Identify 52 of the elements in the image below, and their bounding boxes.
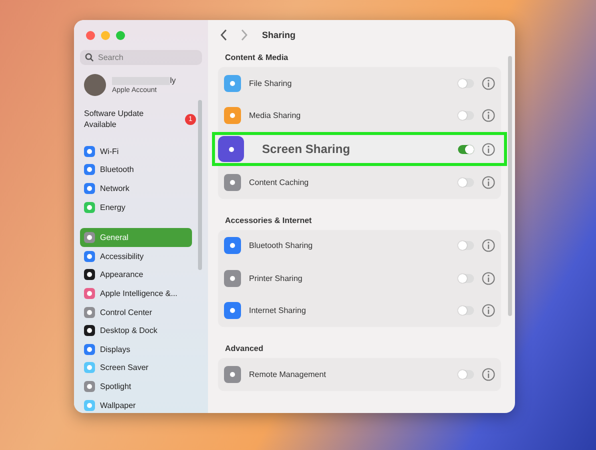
- toggle-switch[interactable]: [458, 144, 474, 154]
- zoom-button[interactable]: [116, 31, 125, 40]
- sidebar-item[interactable]: Control Center: [80, 302, 192, 322]
- section-title: Advanced: [224, 343, 264, 355]
- sidebar-item[interactable]: Accessibility: [80, 246, 192, 266]
- sidebar-item[interactable]: Apple Intelligence &...: [80, 284, 192, 303]
- back-icon[interactable]: [220, 29, 228, 41]
- row-label: Printer Sharing: [249, 274, 304, 283]
- sidebar-item[interactable]: Screen Saver: [80, 358, 192, 378]
- scrollbar[interactable]: [198, 100, 202, 270]
- minimize-button[interactable]: [101, 31, 110, 40]
- row-label: Bluetooth Sharing: [249, 241, 314, 250]
- row-label: Media Sharing: [249, 111, 302, 120]
- section-title: Content & Media: [224, 52, 290, 64]
- sidebar-item[interactable]: Appearance: [80, 266, 192, 284]
- sidebar-item[interactable]: Displays: [80, 340, 192, 359]
- toggle-switch[interactable]: [458, 274, 474, 283]
- scrollbar[interactable]: [508, 56, 512, 316]
- toggle-switch[interactable]: [458, 178, 474, 187]
- software-update-link[interactable]: Software Update Available: [84, 108, 164, 130]
- row-label: Internet Sharing: [249, 306, 307, 316]
- sidebar-item[interactable]: Spotlight: [80, 377, 192, 396]
- account-name[interactable]: ly: [170, 76, 176, 85]
- search-icon: [85, 53, 94, 62]
- forward-icon[interactable]: [240, 29, 248, 41]
- section-title: Accessories & Internet: [224, 214, 313, 226]
- sidebar-item[interactable]: Desktop & Dock: [80, 321, 192, 340]
- info-icon[interactable]: [482, 239, 495, 252]
- toggle-switch[interactable]: [458, 370, 474, 379]
- sidebar-item[interactable]: Wallpaper: [80, 396, 192, 413]
- avatar[interactable]: [84, 74, 106, 96]
- row-label: File Sharing: [249, 78, 293, 88]
- sidebar-item[interactable]: Energy: [80, 198, 192, 216]
- row-label: Screen Sharing: [262, 142, 352, 156]
- toggle-switch[interactable]: [458, 306, 474, 316]
- toggle-switch[interactable]: [458, 111, 474, 120]
- row-label: Remote Management: [249, 370, 327, 379]
- toggle-switch[interactable]: [458, 241, 474, 250]
- info-icon[interactable]: [482, 176, 495, 189]
- toggle-switch[interactable]: [458, 78, 474, 88]
- info-icon[interactable]: [482, 272, 495, 285]
- row-label: Content Caching: [249, 178, 310, 187]
- info-icon[interactable]: [482, 142, 495, 156]
- sidebar-item[interactable]: Bluetooth: [80, 160, 192, 180]
- info-icon[interactable]: [482, 368, 495, 381]
- info-icon[interactable]: [482, 76, 495, 90]
- info-icon[interactable]: [482, 304, 495, 318]
- close-button[interactable]: [86, 31, 95, 40]
- sidebar-item[interactable]: Wi-Fi: [80, 142, 192, 161]
- info-icon[interactable]: [482, 109, 495, 122]
- sidebar-item[interactable]: Network: [80, 179, 192, 198]
- page-title: Sharing: [262, 30, 296, 40]
